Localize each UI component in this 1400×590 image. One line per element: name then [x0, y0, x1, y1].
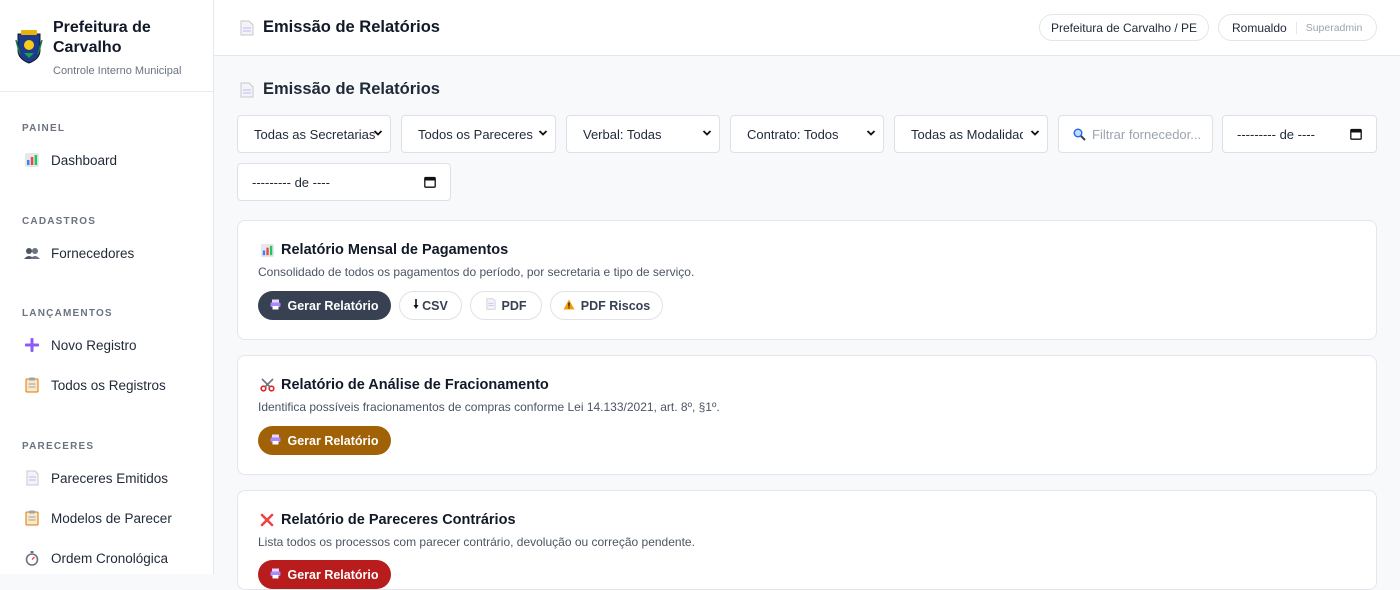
top-header: Emissão de Relatórios Prefeitura de Carv… — [214, 0, 1400, 56]
section-label-lancamentos: LANÇAMENTOS — [22, 308, 113, 319]
modalidade-select[interactable]: Todas as Modalidad — [894, 115, 1048, 153]
sidebar-item-modelos-parecer[interactable]: Modelos de Parecer — [22, 506, 172, 530]
search-icon — [1073, 128, 1086, 141]
chevron-down-icon — [373, 130, 383, 136]
gerar-relatorio-button[interactable]: Gerar Relatório — [258, 560, 391, 589]
sidebar-item-novo-registro[interactable]: Novo Registro — [22, 333, 137, 357]
sidebar-item-label: Modelos de Parecer — [51, 510, 172, 526]
button-label: Gerar Relatório — [287, 567, 379, 582]
contrato-select[interactable]: Contrato: Todos — [730, 115, 884, 153]
user-role-badge: Superadmin — [1295, 21, 1362, 34]
section-label-cadastros: CADASTROS — [22, 216, 97, 227]
button-label: Gerar Relatório — [287, 298, 379, 313]
sidebar-item-ordem-cronologica[interactable]: Ordem Cronológica — [22, 546, 168, 570]
stopwatch-icon — [22, 548, 42, 568]
warning-icon — [563, 299, 575, 313]
button-label: CSV — [422, 298, 448, 313]
gerar-relatorio-button[interactable]: Gerar Relatório — [258, 291, 391, 320]
printer-icon — [270, 299, 281, 313]
brand-title: Prefeitura de Carvalho — [53, 19, 151, 56]
verbal-select[interactable]: Verbal: Todas — [566, 115, 720, 153]
date-to-input[interactable]: --------- de ---- — [237, 163, 451, 201]
secretaria-select[interactable]: Todas as Secretarias — [237, 115, 391, 153]
report-card-fracionamento: Relatório de Análise de Fracionamento Id… — [237, 355, 1377, 475]
section-label-pareceres: PARECERES — [22, 441, 95, 452]
section-title: Emissão de Relatórios — [240, 80, 440, 99]
users-icon — [22, 243, 42, 263]
report-card-pagamentos: Relatório Mensal de Pagamentos Consolida… — [237, 220, 1377, 340]
calendar-icon — [424, 176, 436, 188]
select-value: Verbal: Todas — [583, 126, 662, 142]
user-menu[interactable]: Romualdo Superadmin — [1218, 14, 1377, 41]
sidebar-item-dashboard[interactable]: Dashboard — [22, 148, 117, 172]
sidebar-item-label: Novo Registro — [51, 337, 137, 353]
button-label: PDF Riscos — [580, 298, 651, 313]
card-title: Relatório Mensal de Pagamentos — [259, 242, 508, 258]
report-card-pareceres-contrarios: Relatório de Pareceres Contrários Lista … — [237, 490, 1377, 590]
select-value: Todas as Secretarias — [254, 126, 376, 142]
fornecedor-search-input[interactable]: Filtrar fornecedor... — [1058, 115, 1213, 153]
sidebar-item-label: Fornecedores — [51, 245, 135, 261]
card-description: Lista todos os processos com parecer con… — [258, 535, 695, 549]
chevron-down-icon — [866, 130, 876, 136]
select-value: Todas as Modalidad — [911, 126, 1023, 142]
download-arrow-icon — [413, 298, 419, 313]
sidebar: Prefeitura de Carvalho Controle Interno … — [0, 0, 214, 574]
page-title: Emissão de Relatórios — [240, 18, 440, 37]
sidebar-item-label: Todos os Registros — [51, 377, 166, 393]
user-name: Romualdo — [1232, 20, 1287, 35]
organization-badge[interactable]: Prefeitura de Carvalho / PE — [1039, 14, 1209, 41]
chevron-down-icon — [702, 130, 712, 136]
parecer-select[interactable]: Todos os Pareceres — [401, 115, 556, 153]
printer-icon — [270, 434, 281, 448]
section-label-painel: PAINEL — [22, 123, 66, 134]
date-from-input[interactable]: --------- de ---- — [1222, 115, 1377, 153]
brand-subtitle: Controle Interno Municipal — [53, 65, 182, 77]
plus-icon — [22, 335, 42, 355]
card-description: Identifica possíveis fracionamentos de c… — [258, 400, 720, 414]
clipboard-icon — [22, 375, 42, 395]
sidebar-item-todos-registros[interactable]: Todos os Registros — [22, 373, 166, 397]
close-icon — [259, 513, 275, 527]
card-title: Relatório de Pareceres Contrários — [259, 512, 516, 528]
button-label: PDF — [501, 298, 527, 313]
sidebar-item-label: Pareceres Emitidos — [51, 470, 169, 486]
municipal-crest-logo — [15, 30, 43, 64]
export-pdf-button[interactable]: PDF — [470, 291, 542, 320]
bar-chart-icon — [22, 150, 42, 170]
sidebar-item-label: Dashboard — [51, 152, 118, 168]
chevron-down-icon — [1030, 130, 1040, 136]
section-title-text: Emissão de Relatórios — [263, 80, 440, 98]
sidebar-item-pareceres-emitidos[interactable]: Pareceres Emitidos — [22, 466, 168, 490]
export-pdf-riscos-button[interactable]: PDF Riscos — [550, 291, 663, 320]
export-csv-button[interactable]: CSV — [399, 291, 462, 320]
calendar-icon — [1350, 128, 1362, 140]
card-description: Consolidado de todos os pagamentos do pe… — [258, 265, 695, 279]
button-label: Gerar Relatório — [287, 433, 379, 448]
page-title-text: Emissão de Relatórios — [263, 18, 440, 36]
card-title-text: Relatório de Análise de Fracionamento — [281, 377, 549, 393]
select-value: Contrato: Todos — [747, 126, 839, 142]
document-icon — [22, 468, 42, 488]
date-value: --------- de ---- — [1237, 126, 1315, 142]
sidebar-item-fornecedores[interactable]: Fornecedores — [22, 241, 134, 265]
card-title-text: Relatório de Pareceres Contrários — [281, 512, 516, 528]
select-value: Todos os Pareceres — [418, 126, 533, 142]
printer-icon — [270, 568, 281, 582]
gerar-relatorio-button[interactable]: Gerar Relatório — [258, 426, 391, 455]
brand: Prefeitura de Carvalho Controle Interno … — [0, 0, 213, 92]
scissors-icon — [259, 378, 275, 392]
sidebar-item-label: Ordem Cronológica — [51, 550, 169, 566]
date-value: --------- de ---- — [252, 174, 330, 190]
bar-chart-icon — [259, 243, 275, 258]
search-placeholder: Filtrar fornecedor... — [1092, 126, 1202, 142]
chevron-down-icon — [538, 130, 548, 136]
document-icon — [486, 298, 496, 313]
card-title-text: Relatório Mensal de Pagamentos — [281, 242, 509, 258]
card-title: Relatório de Análise de Fracionamento — [259, 377, 549, 393]
document-icon — [240, 82, 254, 97]
clipboard-icon — [22, 508, 42, 528]
document-icon — [240, 20, 254, 35]
